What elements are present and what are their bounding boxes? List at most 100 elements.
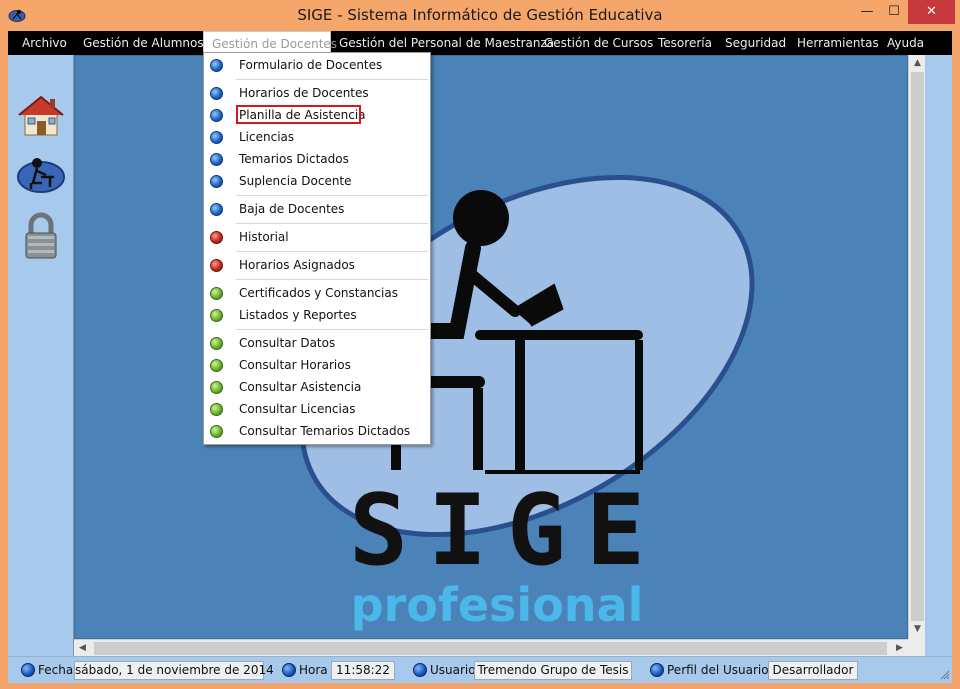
hora-status-icon	[282, 663, 296, 677]
green-bullet-icon	[210, 425, 223, 438]
menu-separator	[236, 223, 428, 224]
sige-logo-graphic: SIGE profesional	[299, 174, 755, 632]
menu-ayuda[interactable]: Ayuda	[887, 31, 924, 55]
logo-wordmark: SIGE	[349, 474, 665, 588]
blue-bullet-icon	[210, 87, 223, 100]
teacher-desk-icon[interactable]	[16, 153, 66, 199]
blue-bullet-icon	[210, 153, 223, 166]
menu-item-label: Consultar Asistencia	[239, 380, 362, 394]
blue-bullet-icon	[210, 109, 223, 122]
right-panel	[925, 55, 952, 656]
red-bullet-icon	[210, 259, 223, 272]
docentes-dropdown-menu: Formulario de Docentes Horarios de Docen…	[203, 52, 431, 445]
green-bullet-icon	[210, 403, 223, 416]
vertical-scroll-thumb[interactable]	[911, 72, 924, 621]
green-bullet-icon	[210, 287, 223, 300]
menu-item-label: Consultar Licencias	[239, 402, 356, 416]
usuario-value: Tremendo Grupo de Tesis	[474, 661, 632, 680]
menu-item-label: Horarios Asignados	[239, 258, 355, 272]
main-workspace: SIGE profesional	[74, 55, 908, 639]
minimize-button[interactable]: —	[853, 0, 881, 24]
menu-item-consultar-temarios[interactable]: Consultar Temarios Dictados	[204, 420, 430, 442]
fecha-status-icon	[21, 663, 35, 677]
perfil-status-icon	[650, 663, 664, 677]
menu-separator	[236, 79, 428, 80]
usuario-label: Usuario	[430, 663, 476, 677]
menu-item-label: Formulario de Docentes	[239, 58, 383, 72]
perfil-value: Desarrollador	[768, 661, 858, 680]
padlock-icon[interactable]	[22, 212, 60, 262]
menu-herramientas[interactable]: Herramientas	[797, 31, 879, 55]
menu-gestion-alumnos[interactable]: Gestión de Alumnos	[83, 31, 204, 55]
window-title: SIGE - Sistema Informático de Gestión Ed…	[297, 6, 663, 24]
menu-item-label: Temarios Dictados	[239, 152, 349, 166]
menu-archivo[interactable]: Archivo	[22, 31, 67, 55]
usuario-status-icon	[413, 663, 427, 677]
green-bullet-icon	[210, 337, 223, 350]
menu-gestion-cursos[interactable]: Gestión de Cursos	[544, 31, 653, 55]
menu-bar: Archivo Gestión de Alumnos Gestión de Do…	[8, 31, 952, 55]
menu-item-consultar-licencias[interactable]: Consultar Licencias	[204, 398, 430, 420]
fecha-value: sábado, 1 de noviembre de 2014	[74, 661, 274, 680]
menu-item-label: Horarios de Docentes	[239, 86, 369, 100]
blue-bullet-icon	[210, 175, 223, 188]
menu-seguridad[interactable]: Seguridad	[725, 31, 786, 55]
menu-item-label: Certificados y Constancias	[239, 286, 398, 300]
blue-bullet-icon	[210, 59, 223, 72]
menu-item-label: Consultar Temarios Dictados	[239, 424, 411, 438]
scroll-down-icon[interactable]: ▼	[909, 621, 926, 638]
menu-item-horarios-asignados[interactable]: Horarios Asignados	[204, 254, 430, 276]
menu-item-label: Baja de Docentes	[239, 202, 345, 216]
menu-item-baja-docentes[interactable]: Baja de Docentes	[204, 198, 430, 220]
status-bar: Fecha sábado, 1 de noviembre de 2014 Hor…	[8, 656, 952, 683]
menu-item-planilla-asistencia[interactable]: Planilla de Asistencia	[204, 104, 430, 126]
scroll-left-icon[interactable]: ◀	[74, 640, 91, 657]
perfil-label: Perfil del Usuario	[667, 663, 769, 677]
title-bar: SIGE - Sistema Informático de Gestión Ed…	[0, 0, 960, 31]
maximize-button[interactable]: ☐	[881, 0, 907, 24]
green-bullet-icon	[210, 359, 223, 372]
menu-separator	[236, 329, 428, 330]
menu-item-suplencia-docente[interactable]: Suplencia Docente	[204, 170, 430, 192]
fecha-label: Fecha	[38, 663, 74, 677]
hora-label: Hora	[299, 663, 328, 677]
menu-item-label: Licencias	[239, 130, 295, 144]
menu-item-label: Consultar Horarios	[239, 358, 351, 372]
hora-value: 11:58:22	[331, 661, 395, 680]
left-toolbar	[8, 55, 74, 656]
menu-tesoreria[interactable]: Tesorería	[658, 31, 712, 55]
red-bullet-icon	[210, 231, 223, 244]
green-bullet-icon	[210, 309, 223, 322]
scroll-up-icon[interactable]: ▲	[909, 55, 926, 72]
highlight-box	[236, 105, 361, 124]
menu-item-label: Suplencia Docente	[239, 174, 352, 188]
vertical-scrollbar[interactable]: ▲ ▼	[908, 55, 925, 639]
menu-item-formulario-docentes[interactable]: Formulario de Docentes	[204, 54, 430, 76]
menu-item-consultar-asistencia[interactable]: Consultar Asistencia	[204, 376, 430, 398]
menu-item-temarios-dictados[interactable]: Temarios Dictados	[204, 148, 430, 170]
blue-bullet-icon	[210, 203, 223, 216]
scroll-corner	[908, 639, 925, 656]
scroll-right-icon[interactable]: ▶	[891, 640, 908, 657]
green-bullet-icon	[210, 381, 223, 394]
menu-item-listados-reportes[interactable]: Listados y Reportes	[204, 304, 430, 326]
menu-item-label: Historial	[239, 230, 289, 244]
menu-item-historial[interactable]: Historial	[204, 226, 430, 248]
menu-separator	[236, 195, 428, 196]
resize-grip-icon[interactable]	[940, 670, 950, 680]
horizontal-scroll-thumb[interactable]	[94, 642, 887, 655]
menu-separator	[236, 251, 428, 252]
close-button[interactable]: ✕	[908, 0, 955, 24]
horizontal-scrollbar[interactable]: ◀ ▶	[74, 639, 908, 656]
blue-bullet-icon	[210, 131, 223, 144]
menu-item-consultar-datos[interactable]: Consultar Datos	[204, 332, 430, 354]
menu-item-consultar-horarios[interactable]: Consultar Horarios	[204, 354, 430, 376]
menu-item-horarios-docentes[interactable]: Horarios de Docentes	[204, 82, 430, 104]
menu-separator	[236, 279, 428, 280]
menu-item-label: Listados y Reportes	[239, 308, 357, 322]
logo-tagline: profesional	[351, 578, 644, 632]
menu-item-label: Consultar Datos	[239, 336, 336, 350]
home-icon[interactable]	[16, 93, 66, 139]
menu-item-licencias[interactable]: Licencias	[204, 126, 430, 148]
menu-item-certificados-constancias[interactable]: Certificados y Constancias	[204, 282, 430, 304]
